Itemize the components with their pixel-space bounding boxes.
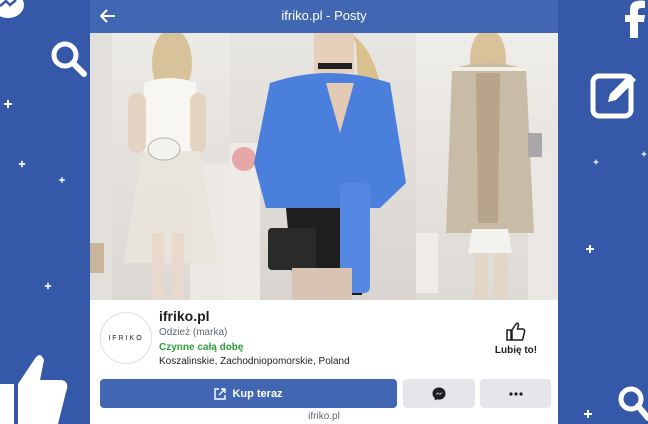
edit-note-icon: [590, 73, 636, 119]
facebook-page: ifriko.pl - Posty IFRIKO ifriko.pl Odzie…: [90, 0, 558, 424]
messenger-button[interactable]: [403, 379, 475, 408]
sparkle-icon: [593, 159, 599, 165]
cover-photo-blue-sweater: [230, 33, 416, 300]
background-right: [558, 0, 648, 424]
search-icon: [51, 41, 87, 77]
messenger-bubble-icon: [0, 0, 24, 18]
buy-now-label: Kup teraz: [232, 387, 283, 400]
sparkle-icon: [641, 151, 647, 157]
sparkle-icon: [59, 177, 65, 183]
more-dots-icon: [508, 391, 523, 396]
cover-photo[interactable]: [90, 33, 558, 300]
sparkle-icon: [44, 282, 52, 290]
cover-photo-tweed-jacket: [416, 33, 558, 300]
opening-hours: Czynne całą dobę: [159, 342, 244, 353]
search-icon: [618, 386, 648, 421]
external-link-icon: [214, 387, 227, 400]
messenger-icon: [432, 387, 446, 400]
avatar[interactable]: IFRIKO: [100, 312, 152, 364]
sparkle-icon: [4, 100, 12, 108]
thumbs-up-icon: [506, 322, 526, 341]
sparkle-icon: [584, 410, 592, 418]
like-label: Lubię to!: [494, 345, 538, 356]
page-location: Koszalinskie, Zachodniopomorskie, Poland: [159, 356, 350, 367]
page-title: ifriko.pl - Posty: [281, 8, 367, 23]
page-name[interactable]: ifriko.pl: [159, 308, 210, 324]
more-options-button[interactable]: [480, 379, 551, 408]
buy-now-button[interactable]: Kup teraz: [100, 379, 397, 408]
sparkle-icon: [586, 245, 594, 253]
like-page-button[interactable]: Lubię to!: [488, 322, 544, 362]
cover-photo-white-outfit: [90, 33, 230, 300]
page-info: IFRIKO ifriko.pl Odzież (marka) Czynne c…: [90, 300, 558, 424]
avatar-logo-text: IFRIKO: [108, 334, 144, 342]
page-category: Odzież (marka): [159, 327, 228, 338]
facebook-logo-icon: [625, 0, 645, 38]
page-url[interactable]: ifriko.pl: [90, 411, 558, 422]
sparkle-icon: [18, 160, 26, 168]
thumbs-up-large-icon: [0, 355, 68, 424]
app-bar: ifriko.pl - Posty: [90, 0, 558, 33]
